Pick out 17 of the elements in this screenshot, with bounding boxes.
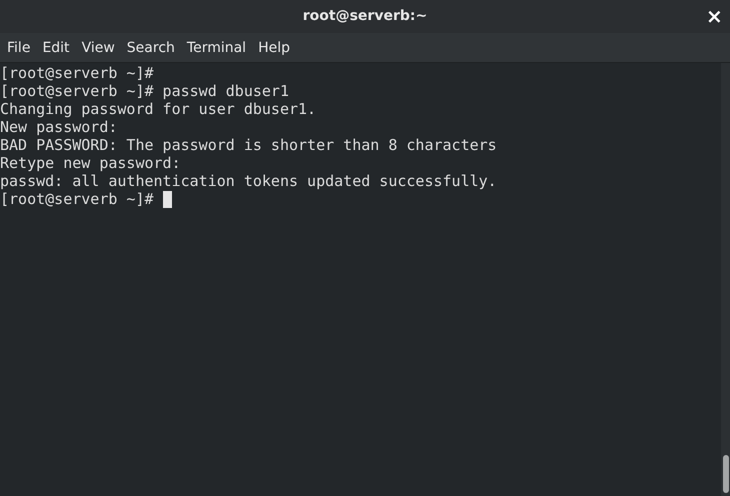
terminal-line: New password:	[0, 118, 118, 136]
terminal-line: BAD PASSWORD: The password is shorter than 8 characters	[0, 136, 497, 154]
terminal-line: Retype new password:	[0, 154, 181, 172]
close-button[interactable]: ×	[706, 5, 722, 27]
menu-item[interactable]: Help	[252, 38, 296, 58]
terminal-line: [root@serverb ~]# passwd dbuser1	[0, 82, 289, 100]
menu-item[interactable]: Edit	[36, 38, 76, 58]
terminal-line: [root@serverb ~]#	[0, 64, 154, 82]
menu-item[interactable]: Search	[120, 38, 181, 58]
terminal-line: passwd: all authentication tokens updated successfully.	[0, 172, 497, 190]
terminal-line: Changing password for user dbuser1.	[0, 100, 316, 118]
menu-item[interactable]: View	[76, 38, 121, 58]
window-title: root@serverb:~	[302, 7, 428, 26]
terminal-line: [root@serverb ~]#	[0, 190, 154, 208]
scrollbar-thumb[interactable]	[723, 455, 729, 493]
menu-item[interactable]: File	[1, 38, 36, 58]
menu-item[interactable]: Terminal	[180, 38, 252, 58]
